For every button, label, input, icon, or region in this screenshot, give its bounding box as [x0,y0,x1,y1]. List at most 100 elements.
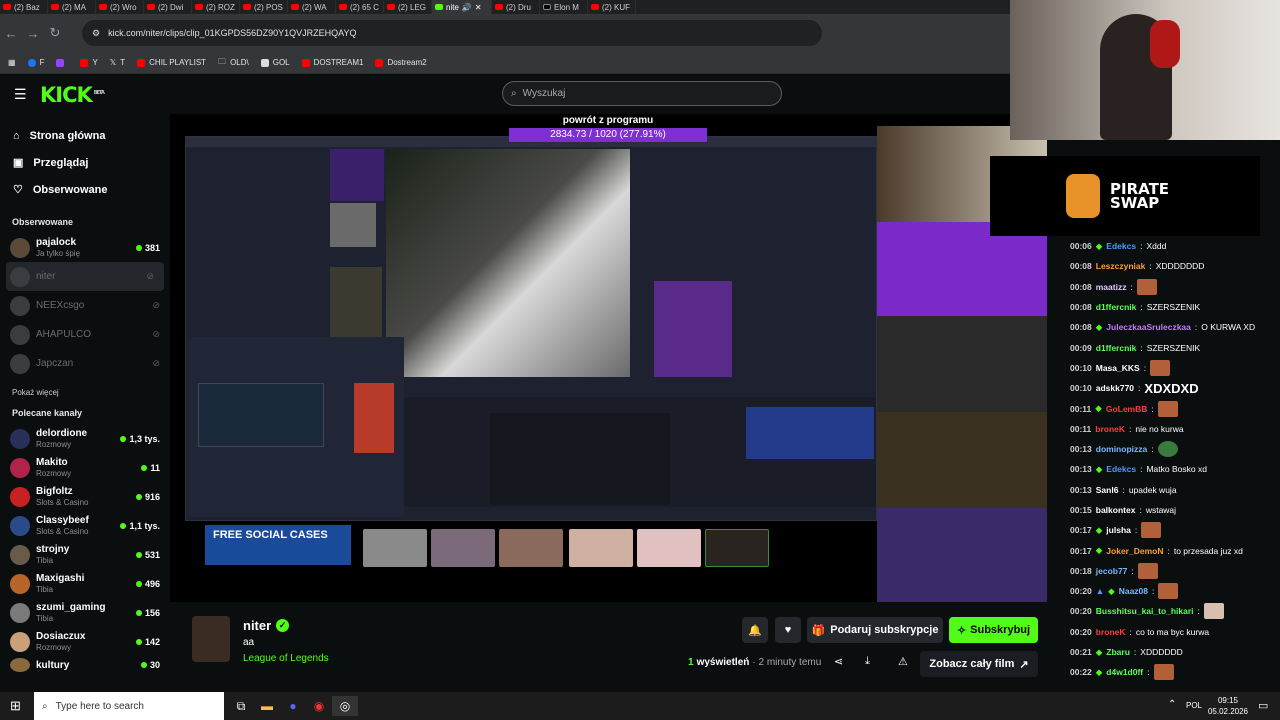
share-icon[interactable]: ⋖ [834,655,843,668]
url-field[interactable]: ⚙ kick.com/niter/clips/clip_01KGPDS56DZ90… [82,20,822,46]
obs-icon[interactable]: ◎ [332,696,358,716]
chat-message: 00:17 ◆ Joker_DemoN: to przesada juz xd [1070,545,1243,556]
watch-full-video-button[interactable]: Zobacz cały film ↗ [920,651,1038,677]
language-indicator[interactable]: POL [1186,701,1202,710]
channel-item[interactable]: AHAPULCO ⊘ [0,320,170,349]
show-more-link[interactable]: Pokaż więcej [0,388,170,404]
site-info-icon[interactable]: ⚙ [92,28,100,39]
browser-tab[interactable]: (2) Dru [492,0,540,14]
channel-item[interactable]: pajalock Ja tylko śpię 381 [0,233,170,262]
cam-feed [877,222,1047,316]
browser-tab[interactable]: (2) MA [48,0,96,14]
windows-taskbar: ⊞ ⌕ Type here to search ⧉ ▬ ● ◉ ◎ ⌃ POL 0… [0,692,1280,720]
channel-item[interactable]: niter ⊘ [6,262,164,291]
verified-icon: ✓ [276,619,290,632]
bookmark-item[interactable]: CHIL PLAYLIST [137,58,206,67]
browser-tab-active[interactable]: nite 🔊 ✕ [432,0,492,14]
badge-icon: ◆ [1095,666,1103,677]
close-icon[interactable]: ✕ [475,3,482,12]
browser-tab[interactable]: (2) LEG [384,0,432,14]
discord-icon[interactable]: ● [280,696,306,716]
avatar [10,353,30,374]
bookmark-item[interactable]: 𝕏T [110,58,125,67]
channel-item[interactable]: Makito Rozmowy 11 [0,453,170,482]
browser-tab[interactable]: (2) Baz [0,0,48,14]
category-link[interactable]: League of Legends [243,653,329,664]
subscribe-button[interactable]: ✧ Subskrybuj [949,617,1038,643]
browser-tab[interactable]: Elon M [540,0,588,14]
bookmark-item[interactable]: DOSTREAM1 [301,58,363,67]
forward-icon[interactable]: → [22,26,44,41]
address-bar-row: ← → ↻ ⚙ kick.com/niter/clips/clip_01KGPDS… [0,14,1010,52]
browser-tab[interactable]: (2) POS [240,0,288,14]
tray-chevron-icon[interactable]: ⌃ [1168,699,1176,710]
chat-message: 00:20 Busshitsu_kai_to_hikari: [1056,601,1280,621]
download-icon[interactable]: ⤓ [865,655,870,668]
x-icon: 𝕏 [109,58,117,67]
channel-item[interactable]: strojny Tibia 531 [0,540,170,569]
back-icon[interactable]: ← [0,26,22,41]
channel-item[interactable]: Bigfoltz Slots & Casino 916 [0,482,170,511]
streamer-name[interactable]: niter ✓ [243,618,290,633]
bookmark-item[interactable]: Y [80,58,98,67]
chat-panel: 00:06 ◆ Edekcs: Xddd 00:08 Leszczyniak: XDDDD… [1056,236,1280,692]
file-explorer-icon[interactable]: ▬ [254,696,280,716]
gift-subscription-button[interactable]: 🎁 Podaruj subskrypcje [807,617,943,643]
bookmark-item[interactable]: F [27,58,44,67]
gift-icon: 🎁 [811,624,826,637]
chat-message: 00:13 Sanl6: upadek wuja [1070,484,1177,495]
report-icon[interactable]: ⚠ [898,655,908,668]
nav-following[interactable]: ♡ Obserwowane [0,176,170,203]
notification-icon[interactable]: ▭ [1258,699,1268,712]
channel-item[interactable]: Maxigashi Tibia 496 [0,569,170,598]
apps-icon[interactable]: ▦ [8,58,16,67]
system-clock[interactable]: 09:15 05.02.2026 [1206,695,1250,717]
overlay-thumbnail [499,529,563,567]
chat-message: 00:08 Leszczyniak: XDDDDDDD [1070,261,1205,272]
browser-tab[interactable]: (2) Wro [96,0,144,14]
channel-item[interactable]: kultury 30 [0,656,170,674]
windows-start-icon[interactable]: ⊞ [10,698,21,714]
channel-item[interactable]: Japczan ⊘ [0,349,170,378]
sponsor-overlay: PIRATE SWAP [990,156,1260,236]
chrome-icon[interactable]: ◉ [306,696,332,716]
streamer-avatar[interactable] [192,616,230,662]
browser-tab[interactable]: (2) ROZ [192,0,240,14]
reload-icon[interactable]: ↻ [44,25,66,41]
youtube-icon [591,4,599,10]
x-icon [543,4,551,10]
nav-browse[interactable]: ▣ Przeglądaj [0,149,170,176]
browser-tab[interactable]: (2) 65 C [336,0,384,14]
task-view-icon[interactable]: ⧉ [228,696,254,716]
youtube-icon [3,4,11,10]
kick-logo[interactable]: KICK BETA [40,83,105,107]
browser-tab[interactable]: (2) Dwi [144,0,192,14]
bookmark-folder[interactable]: 🗀 OLD\ [218,56,249,70]
heart-icon[interactable]: ♥ [775,617,801,643]
chat-message: 00:08 ◆ JuleczkaaSruleczkaa: O KURWA XD [1070,321,1256,333]
badge-icon: ◆ [1095,646,1103,657]
channel-item[interactable]: Dosiaczux Rozmowy 142 [0,627,170,656]
chat-message: 00:22 ◆ d4w1d0ff: [1056,662,1280,682]
bookmark-item[interactable]: GOL [260,58,290,67]
browser-tab[interactable]: (2) KUF [588,0,636,14]
nav-home[interactable]: ⌂ Strona główna [0,122,170,149]
chat-message: 00:06 ◆ Edekcs: Xddd [1070,240,1167,252]
browser-tab[interactable]: (2) WA [288,0,336,14]
channel-item[interactable]: delordione Rozmowy 1,3 tys. [0,424,170,453]
channel-item[interactable]: NEEXcsgo ⊘ [0,291,170,320]
channel-item[interactable]: szumi_gaming Tibia 156 [0,598,170,627]
taskbar-search-input[interactable]: ⌕ Type here to search [34,692,224,720]
bookmark-item[interactable]: Dostream2 [375,58,427,67]
menu-icon[interactable]: ☰ [14,86,27,103]
channel-item[interactable]: Classybeef Slots & Casino 1,1 tys. [0,511,170,540]
video-frame-content [185,136,878,521]
search-input[interactable]: ⌕ Wyszukaj [502,81,782,106]
bookmarks-bar: ▦ F Y 𝕏T CHIL PLAYLIST 🗀 OLD\ GOL DOSTREA… [0,52,1010,74]
search-icon: ⌕ [511,88,517,99]
bell-icon[interactable]: 🔔 [742,617,768,643]
badge-icon: ◆ [1095,240,1103,251]
recommended-section-title: Polecane kanały [12,408,83,418]
bookmark-item[interactable] [56,58,68,67]
obs-panel [490,413,670,505]
